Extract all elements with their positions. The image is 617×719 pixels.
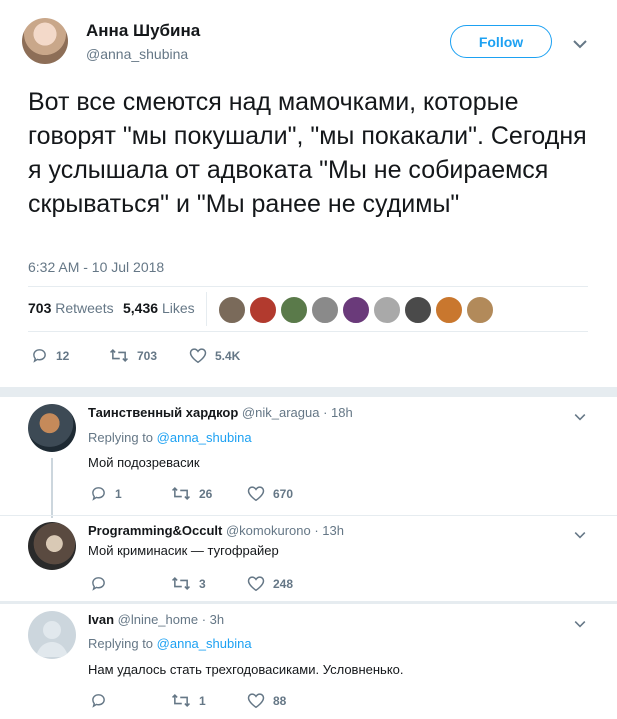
reply-time[interactable]: · 18h [323,405,353,420]
like-button[interactable]: 5.4K [189,347,240,364]
section-separator [0,601,617,604]
like-icon [247,486,265,502]
replying-to-line: Replying to @anna_shubina [88,636,252,651]
main-tweet-text: Вот все смеются над мамочками, которые г… [28,88,587,218]
retweet-button[interactable]: 703 [109,347,157,364]
replying-to-line: Replying to @anna_shubina [88,430,252,445]
reply-author-avatar[interactable] [28,522,76,570]
like-count: 248 [273,576,294,591]
chevron-down-icon[interactable] [574,615,586,633]
reply-text: Нам удалось стать трехгодовасиками. Усло… [88,662,404,677]
section-separator [0,387,617,397]
main-author-handle[interactable]: @anna_shubina [86,46,188,62]
like-count: 5.4K [215,348,241,363]
like-count: 88 [273,693,287,708]
retweet-icon [171,694,191,707]
retweet-button[interactable]: 1 [171,692,206,709]
reply-header: Programming&Occult @komokurono · 13h [88,523,344,538]
liker-avatar[interactable] [404,296,432,324]
replying-to-link[interactable]: @anna_shubina [157,636,252,651]
reply-button[interactable]: 12 [31,347,69,364]
reply-time[interactable]: · 13h [314,523,344,538]
default-avatar-icon [36,621,68,657]
like-button[interactable]: 88 [247,692,286,709]
retweets-count: 703 [28,300,52,316]
reply-icon [92,577,105,591]
likers-avatars [218,296,497,324]
reply-text: Мой подозревасик [88,455,200,470]
reply-button[interactable] [90,692,115,709]
divider [28,286,588,287]
liker-avatar[interactable] [466,296,494,324]
chevron-down-icon[interactable] [574,526,586,544]
like-icon [247,576,265,592]
retweet-icon [109,349,129,362]
chevron-down-icon[interactable] [573,36,587,54]
divider [0,515,617,516]
reply-icon [33,349,46,363]
reply-author-handle[interactable]: @komokurono [226,523,311,538]
reply-button[interactable]: 1 [90,485,122,502]
liker-avatar[interactable] [218,296,246,324]
retweet-count: 1 [199,693,206,708]
main-author-avatar[interactable] [22,18,68,64]
like-icon [247,693,265,709]
thread-line [51,458,53,518]
replying-to-prefix: Replying to [88,430,154,445]
reply-icon [92,694,105,708]
replying-to-link[interactable]: @anna_shubina [157,430,252,445]
reply-author-handle[interactable]: @lnine_home [118,612,198,627]
reply-count: 12 [56,348,70,363]
liker-avatar[interactable] [435,296,463,324]
reply-header: Ivan @lnine_home · 3h [88,612,224,627]
main-tweet-timestamp[interactable]: 6:32 AM - 10 Jul 2018 [28,259,164,275]
like-count: 670 [273,486,294,501]
retweets-label: Retweets [55,300,114,316]
retweet-icon [171,577,191,590]
liker-avatar[interactable] [373,296,401,324]
likes-stat[interactable]: 5,436 Likes [123,300,195,316]
retweet-icon [171,487,191,500]
liker-avatar[interactable] [342,296,370,324]
retweet-count: 703 [137,348,158,363]
reply-count: 1 [115,486,122,501]
reply-text: Мой криминасик — тугофрайер [88,543,279,558]
reply-author-avatar[interactable] [28,611,76,659]
reply-button[interactable] [90,575,115,592]
retweet-count: 3 [199,576,206,591]
reply-icon [92,487,105,501]
like-icon [189,348,207,364]
retweet-button[interactable]: 26 [171,485,212,502]
replying-to-prefix: Replying to [88,636,154,651]
retweet-count: 26 [199,486,213,501]
follow-button[interactable]: Follow [450,25,552,58]
reply-author-name[interactable]: Таинственный хардкор [88,405,238,420]
reply-author-name[interactable]: Ivan [88,612,114,627]
main-author-name[interactable]: Анна Шубина [86,21,200,41]
liker-avatar[interactable] [249,296,277,324]
like-button[interactable]: 670 [247,485,293,502]
retweets-stat[interactable]: 703 Retweets [28,300,114,316]
reply-author-handle[interactable]: @nik_aragua [242,405,320,420]
reply-time[interactable]: · 3h [202,612,224,627]
liker-avatar[interactable] [311,296,339,324]
reply-author-name[interactable]: Programming&Occult [88,523,222,538]
likes-count: 5,436 [123,300,159,316]
stat-separator [206,292,207,326]
reply-header: Таинственный хардкор @nik_aragua · 18h [88,405,353,420]
reply-author-avatar[interactable] [28,404,76,452]
liker-avatar[interactable] [280,296,308,324]
divider [28,331,588,332]
like-button[interactable]: 248 [247,575,293,592]
retweet-button[interactable]: 3 [171,575,206,592]
likes-label: Likes [161,300,195,316]
chevron-down-icon[interactable] [574,408,586,426]
